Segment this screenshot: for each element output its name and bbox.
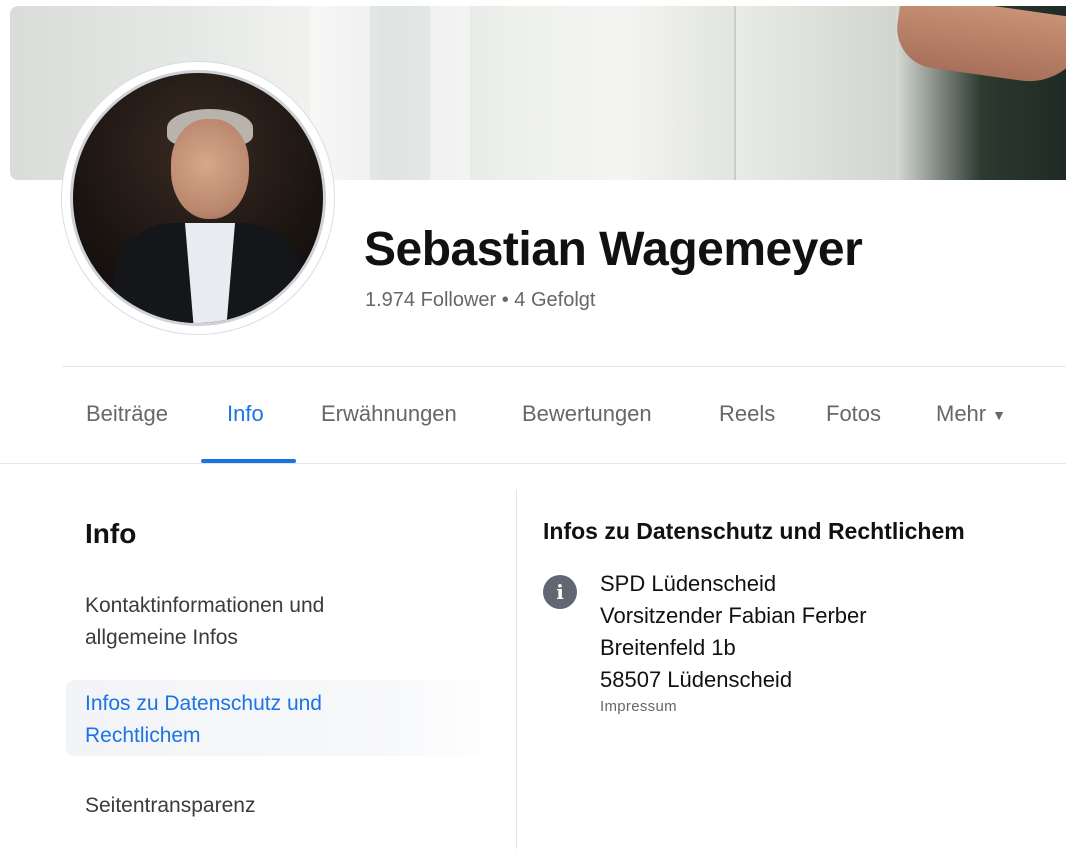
info-icon: i (543, 575, 577, 609)
tabs-divider (0, 463, 1066, 464)
avatar-face (171, 119, 249, 219)
sidebar-item-datenschutz[interactable]: Infos zu Datenschutz und Rechtlichem (85, 688, 425, 752)
sidebar-item-kontaktinformationen[interactable]: Kontaktinformationen und allgemeine Info… (85, 590, 425, 654)
address-line: SPD Lüdenscheid (600, 571, 777, 596)
caret-down-icon: ▼ (992, 407, 1006, 424)
legal-address: SPD Lüdenscheid Vorsitzender Fabian Ferb… (600, 568, 867, 715)
tab-beitraege[interactable]: Beiträge (86, 401, 168, 427)
tab-mehr-label: Mehr (936, 401, 987, 426)
cover-pillar (430, 6, 470, 180)
profile-stats[interactable]: 1.974 Follower • 4 Gefolgt (365, 289, 595, 312)
profile-name: Sebastian Wagemeyer (364, 223, 863, 276)
cover-door (734, 6, 896, 180)
profile-tabs: Beiträge Info Erwähnungen Bewertungen Re… (0, 384, 1066, 464)
avatar-shirt (185, 223, 235, 323)
tab-info[interactable]: Info (227, 401, 264, 427)
tab-erwaehnungen[interactable]: Erwähnungen (321, 401, 457, 427)
address-line: Vorsitzender Fabian Ferber (600, 603, 867, 628)
section-title: Infos zu Datenschutz und Rechtlichem (543, 518, 965, 544)
address-caption: Impressum (600, 698, 677, 715)
tab-reels[interactable]: Reels (719, 401, 775, 427)
sidebar-title: Info (85, 518, 137, 549)
tab-fotos[interactable]: Fotos (826, 401, 881, 427)
address-line: 58507 Lüdenscheid (600, 667, 793, 692)
cover-arm (892, 6, 1066, 89)
avatar-photo (70, 70, 326, 326)
sidebar-item-seitentransparenz[interactable]: Seitentransparenz (85, 790, 425, 822)
info-sidebar: Info Kontaktinformationen und allgemeine… (56, 490, 517, 849)
header-divider (62, 366, 1066, 367)
profile-avatar[interactable] (62, 62, 334, 334)
tab-mehr[interactable]: Mehr ▼ (936, 401, 1006, 427)
address-line: Breitenfeld 1b (600, 635, 736, 660)
tab-bewertungen[interactable]: Bewertungen (522, 401, 652, 427)
